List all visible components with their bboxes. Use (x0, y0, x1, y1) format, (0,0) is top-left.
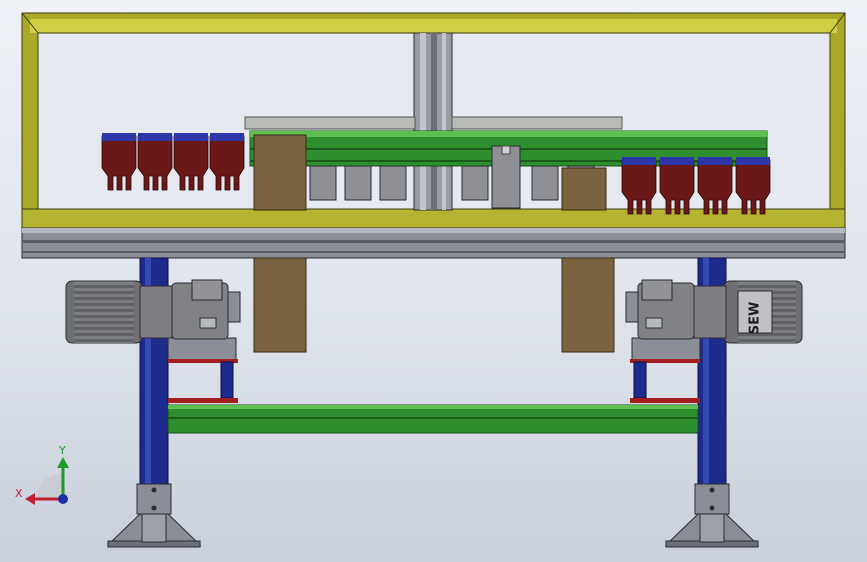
cad-viewport[interactable]: SEW Y X (0, 0, 867, 562)
pneumatic-cylinder (491, 145, 521, 209)
base-foot-left (106, 483, 202, 548)
gripper-unit (379, 165, 407, 201)
slide-block-right-lower (561, 257, 615, 353)
top-rail-right (451, 116, 623, 130)
gripper-unit (344, 165, 372, 201)
base-foot-right (664, 483, 760, 548)
slide-block-right-upper (561, 167, 607, 211)
machine-assembly-drawing: SEW Y X (15, 12, 846, 548)
axis-y-label: Y (58, 444, 66, 457)
gripper-unit (461, 165, 489, 201)
center-post (413, 32, 453, 211)
table-top (21, 227, 846, 259)
axis-x-label: X (15, 487, 23, 500)
lower-crossbar (167, 404, 699, 434)
gripper-unit (531, 165, 559, 201)
slide-block-left-lower (253, 257, 307, 353)
motor-left (65, 279, 241, 344)
motor-mount-right (630, 337, 701, 403)
motor-right (625, 279, 803, 344)
slide-block-left-upper (253, 134, 307, 211)
top-rail-left (244, 116, 416, 130)
motor-brand-label: SEW (748, 302, 763, 335)
gripper-unit (309, 165, 337, 201)
coordinate-triad-icon (25, 457, 69, 505)
motor-mount-left (167, 337, 238, 403)
